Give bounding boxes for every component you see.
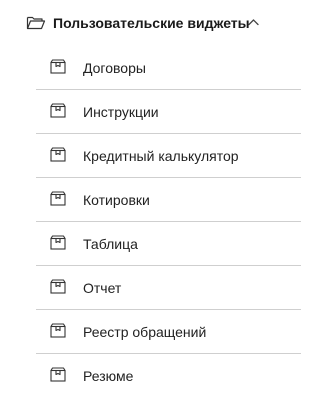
widget-box-icon: [50, 323, 66, 338]
widget-box-icon: [50, 279, 66, 294]
widgets-folder-header[interactable]: Пользовательские виджеты: [0, 0, 290, 46]
list-item-label: Резюме: [83, 368, 134, 384]
list-item-report[interactable]: Отчет: [36, 266, 301, 310]
widget-box-icon: [50, 367, 66, 382]
list-item-label: Таблица: [83, 236, 138, 252]
widget-box-icon: [50, 191, 66, 206]
list-item-contracts[interactable]: Договоры: [36, 46, 301, 90]
list-item-label: Договоры: [83, 60, 146, 76]
list-item-label: Реестр обращений: [83, 324, 207, 340]
folder-title: Пользовательские виджеты: [53, 15, 250, 31]
list-item-label: Котировки: [83, 192, 150, 208]
widget-box-icon: [50, 235, 66, 250]
widgets-list: Договоры Инструкции Кредитный калькулято…: [36, 46, 301, 398]
widget-box-icon: [50, 59, 66, 74]
chevron-up-icon[interactable]: [247, 17, 260, 27]
list-item-quotes[interactable]: Котировки: [36, 178, 301, 222]
list-item-label: Отчет: [83, 280, 122, 296]
list-item-label: Кредитный калькулятор: [83, 148, 239, 164]
folder-open-icon: [26, 16, 46, 30]
list-item-credit-calculator[interactable]: Кредитный калькулятор: [36, 134, 301, 178]
list-item-label: Инструкции: [83, 104, 159, 120]
list-item-resume[interactable]: Резюме: [36, 354, 301, 398]
list-item-table[interactable]: Таблица: [36, 222, 301, 266]
widget-box-icon: [50, 147, 66, 162]
list-item-requests-registry[interactable]: Реестр обращений: [36, 310, 301, 354]
widget-box-icon: [50, 103, 66, 118]
custom-widgets-panel: Пользовательские виджеты Договоры Инстру…: [0, 0, 301, 402]
list-item-instructions[interactable]: Инструкции: [36, 90, 301, 134]
